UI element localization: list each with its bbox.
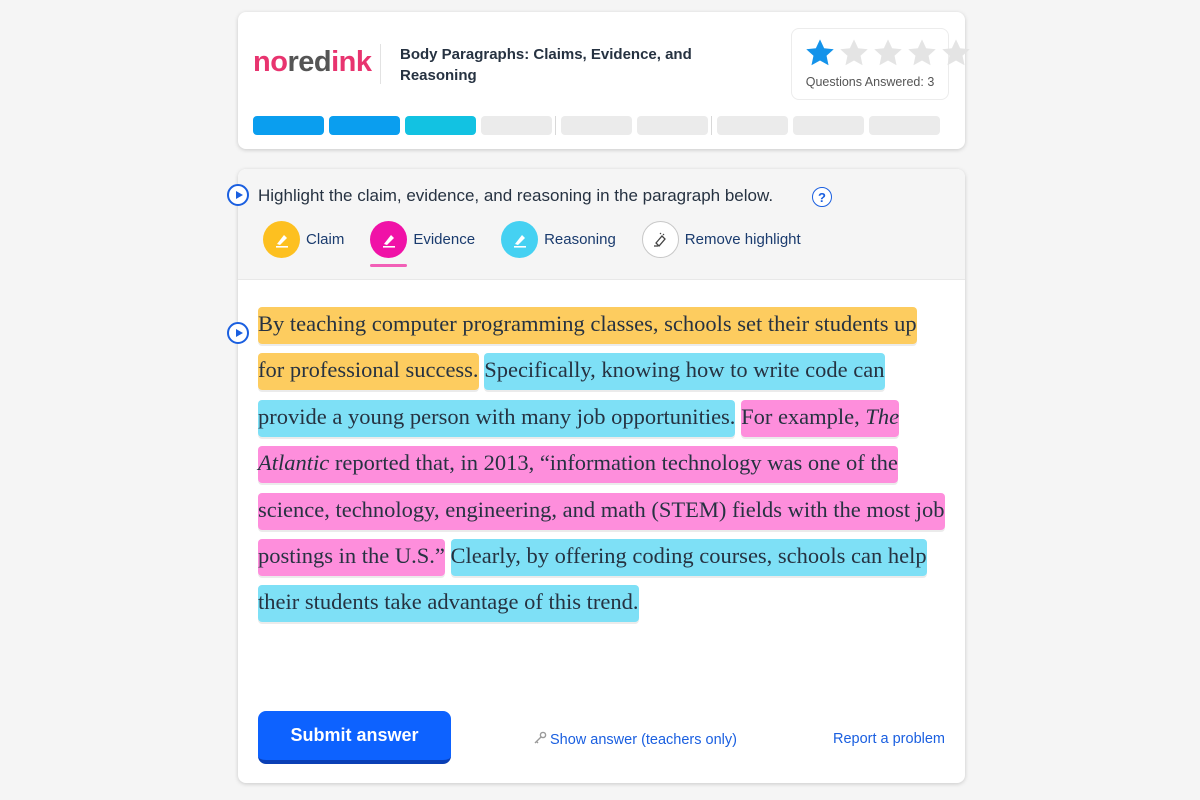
key-icon [533, 731, 547, 749]
progress-segment [253, 116, 324, 135]
star-empty-icon [908, 39, 936, 66]
progress-segment [405, 116, 476, 135]
progress-segment [329, 116, 400, 135]
questions-answered-label: Questions Answered: [805, 75, 924, 89]
questions-answered: Questions Answered: 3 [792, 75, 948, 89]
play-icon [235, 329, 243, 337]
tool-claim[interactable]: Claim [263, 221, 344, 258]
highlight-paragraph[interactable]: By teaching computer programming classes… [258, 301, 948, 626]
star-empty-icon [840, 39, 868, 66]
progress-segment [637, 116, 708, 135]
score-box: Questions Answered: 3 [791, 28, 970, 100]
lesson-title: Body Paragraphs: Claims, Evidence, and R… [400, 46, 692, 84]
lesson-header: no red ink Body Paragraphs: Claims, Evid… [238, 12, 970, 149]
question-card: Highlight the claim, evidence, and reaso… [227, 169, 965, 783]
progress-group-divider [555, 116, 556, 135]
noredink-logo[interactable]: no red ink [253, 46, 372, 79]
tool-label: Remove highlight [684, 231, 801, 248]
eraser-icon [641, 221, 679, 258]
show-answer-link[interactable]: Show answer (teachers only) [533, 731, 737, 749]
tool-label: Evidence [413, 231, 476, 248]
star-empty-icon [942, 39, 970, 66]
progress-segment [561, 116, 632, 135]
progress-segment [793, 116, 864, 135]
progress-bar [253, 116, 945, 135]
progress-group-divider [711, 116, 712, 135]
logo-ink: ink [331, 46, 372, 78]
marker-icon [370, 221, 408, 258]
progress-segment [717, 116, 788, 135]
progress-segment [481, 116, 552, 135]
highlighter-tools: Claim Evidence Reasoning Remove highligh… [263, 221, 827, 267]
submit-answer-button[interactable]: Submit answer [258, 711, 451, 764]
help-icon[interactable]: ? [812, 187, 832, 207]
tool-evidence[interactable]: Evidence [370, 221, 476, 267]
tool-label: Claim [306, 231, 345, 248]
star-rating [804, 37, 972, 69]
logo-no: no [253, 46, 288, 78]
tool-remove-highlight[interactable]: Remove highlight [641, 221, 801, 258]
progress-segment [869, 116, 940, 135]
play-icon [235, 191, 243, 199]
evidence-text: For example, [741, 403, 866, 429]
tool-label: Reasoning [544, 231, 616, 248]
instruction-text: Highlight the claim, evidence, and reaso… [258, 186, 774, 205]
star-filled-icon [806, 39, 834, 66]
star-empty-icon [874, 39, 902, 66]
questions-answered-count: 3 [927, 75, 935, 89]
logo-divider [380, 44, 381, 84]
marker-icon [501, 221, 539, 258]
play-instructions-button[interactable] [227, 184, 249, 206]
tool-reasoning[interactable]: Reasoning [501, 221, 616, 258]
play-paragraph-button[interactable] [227, 322, 249, 344]
instructions-area: Highlight the claim, evidence, and reaso… [227, 169, 965, 280]
report-problem-link[interactable]: Report a problem [833, 731, 945, 747]
logo-red: red [287, 46, 332, 78]
show-answer-label: Show answer (teachers only) [550, 732, 737, 748]
marker-icon [263, 221, 300, 258]
